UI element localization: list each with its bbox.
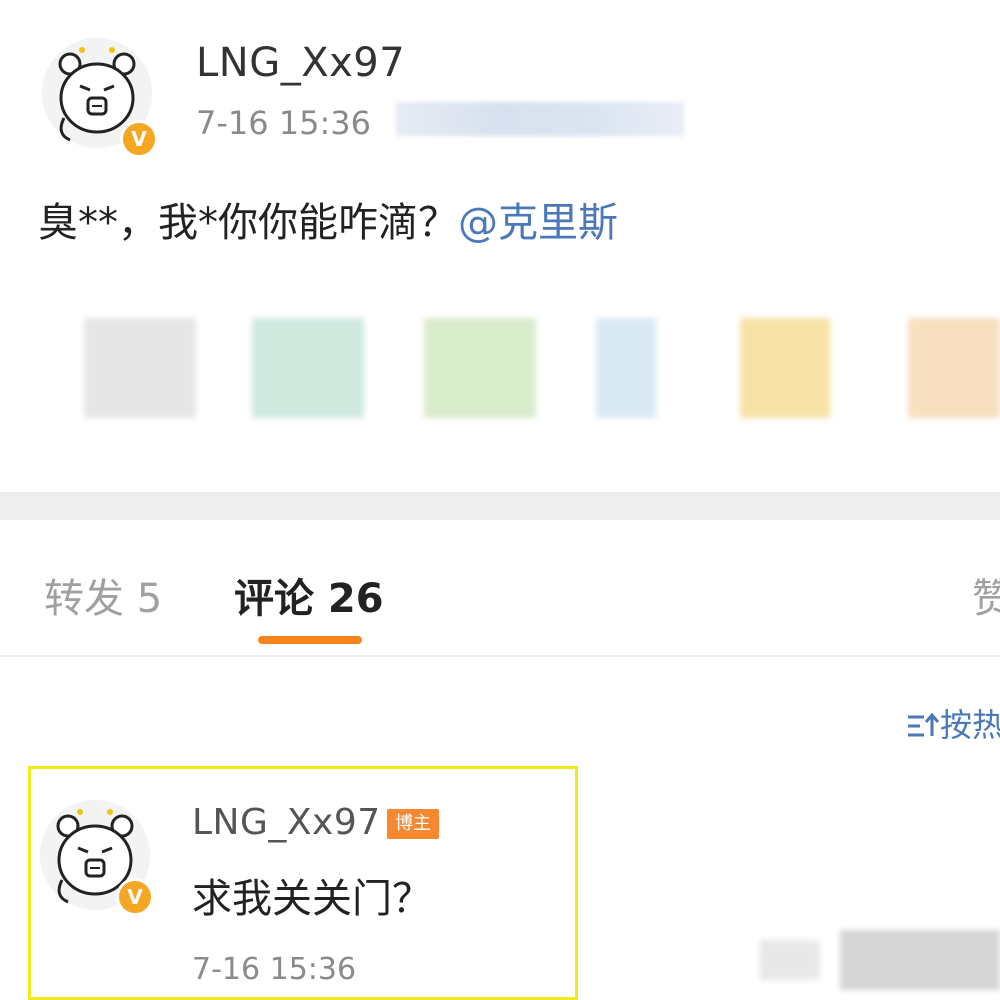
blurred-thumbnail[interactable] xyxy=(252,318,364,418)
blurred-thumbnail[interactable] xyxy=(84,318,196,418)
owner-tag-badge: 博主 xyxy=(387,809,439,839)
mention-link[interactable]: @克里斯 xyxy=(458,200,618,246)
blurred-content xyxy=(760,940,820,980)
blurred-thumbnail[interactable] xyxy=(596,318,656,418)
blurred-thumbnail[interactable] xyxy=(740,318,830,418)
blurred-source-info xyxy=(396,102,684,136)
comment-timestamp: 7-16 15:36 xyxy=(192,952,357,987)
comment-username[interactable]: LNG_Xx97 xyxy=(192,802,381,843)
sort-button[interactable]: 按热 xyxy=(906,700,1000,746)
post-avatar[interactable]: V xyxy=(42,38,158,158)
sort-icon xyxy=(908,712,940,737)
blurred-thumbnail[interactable] xyxy=(424,318,536,418)
section-divider xyxy=(0,492,1000,520)
tab-comments[interactable]: 评论 26 xyxy=(234,566,384,624)
post-text: 臭**，我*你你能咋滴？@克里斯 xyxy=(38,190,618,248)
active-tab-indicator xyxy=(258,636,362,644)
verified-badge-icon: V xyxy=(120,120,158,158)
tabs-divider xyxy=(0,655,1000,657)
verified-badge-icon: V xyxy=(116,878,154,916)
post-body-text: 臭**，我*你你能咋滴？ xyxy=(38,200,458,246)
blurred-content xyxy=(840,930,1000,990)
comment-avatar[interactable]: V xyxy=(40,800,154,916)
post-username[interactable]: LNG_Xx97 xyxy=(196,40,405,86)
comment-text: 求我关关门？ xyxy=(192,876,432,922)
post-timestamp: 7-16 15:36 xyxy=(196,104,372,142)
tab-likes[interactable]: 赞 xyxy=(972,566,1000,624)
tab-repost[interactable]: 转发 5 xyxy=(44,566,162,624)
blurred-thumbnail[interactable] xyxy=(908,318,1000,418)
sort-label: 按热 xyxy=(940,706,1000,744)
